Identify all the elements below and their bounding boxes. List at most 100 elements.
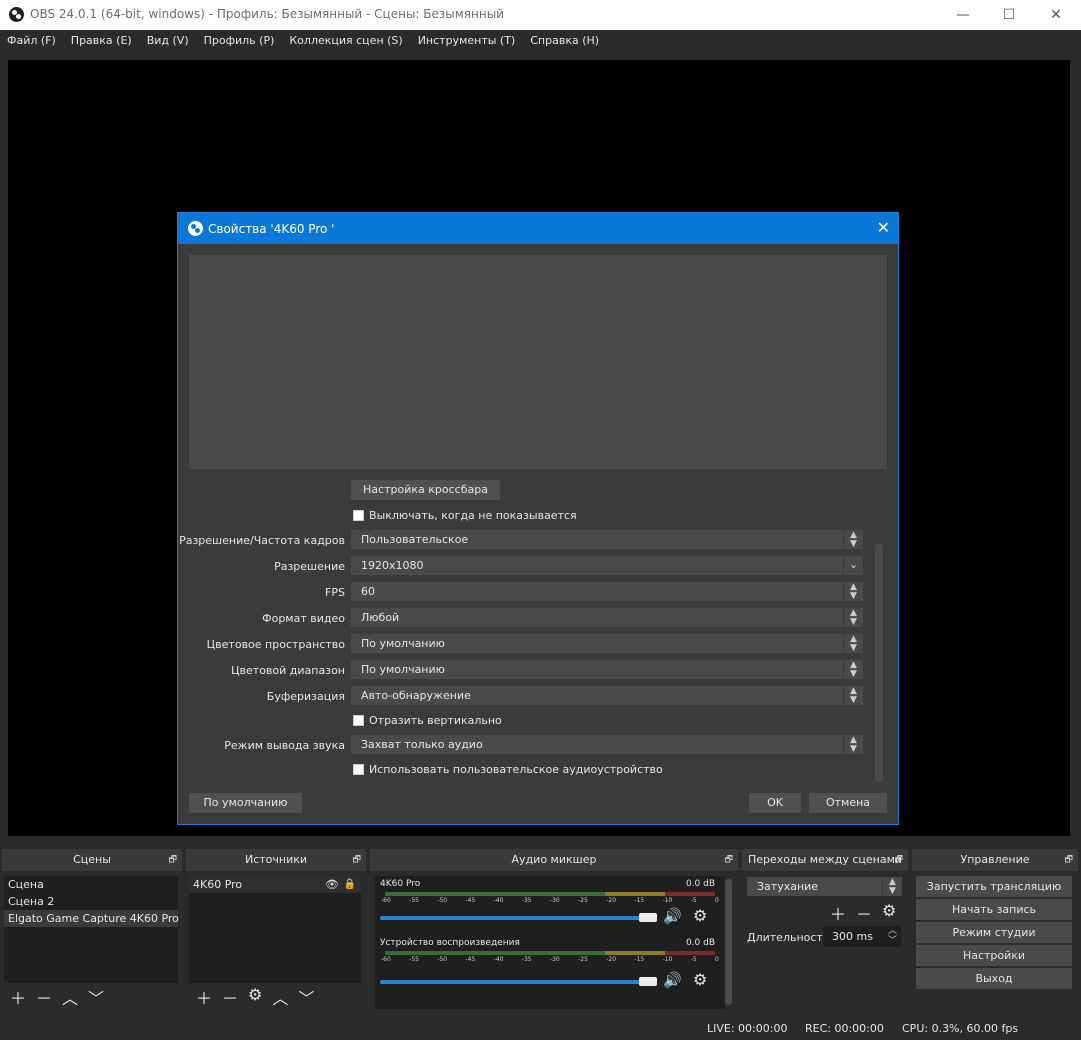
dialog-close-icon[interactable]: ✕ bbox=[877, 218, 890, 237]
undock-icon[interactable]: 🗗 bbox=[1065, 849, 1073, 871]
speaker-icon[interactable]: 🔊 bbox=[663, 971, 682, 989]
lock-icon[interactable]: 🔒 bbox=[344, 876, 356, 893]
scene-item-selected[interactable]: Elgato Game Capture 4K60 Pro bbox=[4, 910, 179, 927]
updown-icon[interactable]: ▲ ▼ bbox=[843, 686, 863, 705]
move-up-icon[interactable]: ︿ bbox=[272, 985, 288, 1009]
flip-vertical-checkbox[interactable]: Отразить вертикально bbox=[353, 714, 502, 727]
color-range-select[interactable]: По умолчанию ▲ ▼ bbox=[351, 660, 863, 679]
mixer-scrollbar[interactable] bbox=[725, 879, 732, 1005]
move-down-icon[interactable]: ﹀ bbox=[298, 985, 314, 1009]
crossbar-button[interactable]: Настройка кроссбара bbox=[351, 480, 500, 500]
undock-icon[interactable]: 🗗 bbox=[895, 849, 903, 871]
ok-button[interactable]: OK bbox=[749, 793, 801, 813]
updown-icon[interactable]: ▲ ▼ bbox=[843, 660, 863, 679]
select-value: Авто-обнаружение bbox=[361, 689, 471, 702]
color-space-select[interactable]: По умолчанию ▲ ▼ bbox=[351, 634, 863, 653]
buffering-select[interactable]: Авто-обнаружение ▲ ▼ bbox=[351, 686, 863, 705]
updown-icon[interactable]: ▲ ▼ bbox=[843, 735, 863, 754]
checkbox-box[interactable] bbox=[353, 715, 364, 726]
dialog-title-bar: Свойства '4K60 Pro ' ✕ bbox=[178, 213, 898, 244]
transition-toolbar: ＋ － ⚙ bbox=[830, 901, 896, 925]
add-icon[interactable]: ＋ bbox=[830, 901, 846, 925]
audio-output-mode-select[interactable]: Захват только аудио ▲ ▼ bbox=[351, 735, 863, 754]
add-icon[interactable]: ＋ bbox=[10, 985, 26, 1009]
menu-profile[interactable]: Профиль (P) bbox=[197, 30, 283, 52]
updown-icon[interactable]: ▲ ▼ bbox=[843, 582, 863, 601]
tick: -50 bbox=[437, 897, 448, 904]
undock-icon[interactable]: 🗗 bbox=[169, 849, 177, 871]
sources-toolbar: ＋ － ⚙ ︿ ﹀ bbox=[196, 985, 314, 1009]
remove-icon[interactable]: － bbox=[36, 985, 52, 1009]
maximize-icon[interactable]: ☐ bbox=[986, 0, 1032, 30]
menu-file[interactable]: Файл (F) bbox=[0, 30, 64, 52]
menu-scene-collection[interactable]: Коллекция сцен (S) bbox=[282, 30, 410, 52]
add-icon[interactable]: ＋ bbox=[196, 985, 212, 1009]
cancel-button[interactable]: Отмена bbox=[809, 793, 887, 813]
dialog-scrollbar[interactable] bbox=[875, 543, 883, 783]
updown-icon[interactable]: ▲ ▼ bbox=[843, 608, 863, 627]
remove-icon[interactable]: － bbox=[222, 985, 238, 1009]
studio-mode-button[interactable]: Режим студии bbox=[916, 922, 1072, 943]
eye-icon[interactable]: 👁 bbox=[325, 876, 339, 893]
volume-slider[interactable] bbox=[380, 916, 650, 920]
video-format-select[interactable]: Любой ▲ ▼ bbox=[351, 608, 863, 627]
updown-icon[interactable]: ▲ ▼ bbox=[882, 877, 902, 896]
scene-item[interactable]: Сцена 2 bbox=[4, 893, 178, 910]
meter-ticks: -60 -55 -50 -45 -40 -35 -30 -25 -20 -15 -10 -5 0 bbox=[381, 897, 719, 904]
rec-status: REC: 00:00:00 bbox=[805, 1022, 884, 1035]
undock-icon[interactable]: 🗗 bbox=[725, 849, 733, 871]
transitions-dock: Переходы между сценами 🗗 Затухание ▲ ▼ ＋ … bbox=[742, 849, 908, 1011]
fps-select[interactable]: 60 ▲ ▼ bbox=[351, 582, 863, 601]
start-recording-button[interactable]: Начать запись bbox=[916, 899, 1072, 920]
select-value: Затухание bbox=[757, 880, 819, 893]
scene-item[interactable]: Сцена bbox=[4, 876, 178, 893]
field-label: Буферизация bbox=[266, 690, 345, 703]
chevron-down-icon[interactable]: ⌄ bbox=[843, 556, 863, 575]
tick: -5 bbox=[690, 956, 697, 963]
gear-icon[interactable]: ⚙ bbox=[693, 970, 707, 989]
menu-view[interactable]: Вид (V) bbox=[140, 30, 197, 52]
defaults-button[interactable]: По умолчанию bbox=[189, 793, 302, 813]
menu-tools[interactable]: Инструменты (T) bbox=[411, 30, 524, 52]
menu-help[interactable]: Справка (H) bbox=[523, 30, 607, 52]
scenes-list: Сцена Сцена 2 Elgato Game Capture 4K60 P… bbox=[4, 876, 179, 983]
move-up-icon[interactable]: ︿ bbox=[62, 985, 78, 1009]
select-value: По умолчанию bbox=[361, 663, 445, 676]
deactivate-checkbox[interactable]: Выключать, когда не показывается bbox=[353, 509, 577, 522]
obs-logo-icon bbox=[9, 7, 24, 22]
updown-icon[interactable]: ▲ ▼ bbox=[843, 634, 863, 653]
gear-icon[interactable]: ⚙ bbox=[882, 901, 896, 925]
scenes-toolbar: ＋ － ︿ ﹀ bbox=[10, 985, 104, 1009]
select-value: Любой bbox=[361, 611, 400, 624]
undock-icon[interactable]: 🗗 bbox=[353, 849, 361, 871]
gear-icon[interactable]: ⚙ bbox=[693, 906, 707, 925]
minimize-icon[interactable]: — bbox=[940, 0, 986, 30]
remove-icon[interactable]: － bbox=[856, 901, 872, 925]
checkbox-box[interactable] bbox=[353, 510, 364, 521]
move-down-icon[interactable]: ﹀ bbox=[88, 985, 104, 1009]
tick: -10 bbox=[662, 956, 673, 963]
volume-slider-handle[interactable] bbox=[639, 977, 657, 986]
dock-title: Управление bbox=[960, 853, 1030, 866]
resolution-select[interactable]: 1920x1080 ⌄ bbox=[351, 556, 863, 575]
updown-icon[interactable]: ▲ ▼ bbox=[843, 530, 863, 549]
start-streaming-button[interactable]: Запустить трансляцию bbox=[916, 876, 1072, 897]
source-item[interactable]: 4K60 Pro 👁 🔒 bbox=[189, 876, 361, 893]
field-label: Режим вывода звука bbox=[224, 739, 345, 752]
menu-edit[interactable]: Правка (E) bbox=[64, 30, 140, 52]
spin-updown-icon[interactable]: ︿ ﹀ bbox=[888, 926, 897, 946]
gear-icon[interactable]: ⚙ bbox=[248, 985, 262, 1009]
select-value: Пользовательское bbox=[361, 533, 469, 546]
checkbox-box[interactable] bbox=[353, 764, 364, 775]
resolution-fps-type-select[interactable]: Пользовательское ▲ ▼ bbox=[351, 530, 863, 549]
close-icon[interactable]: ✕ bbox=[1033, 0, 1079, 30]
volume-slider-handle[interactable] bbox=[639, 913, 657, 922]
volume-slider[interactable] bbox=[380, 980, 650, 984]
settings-button[interactable]: Настройки bbox=[916, 945, 1072, 966]
exit-button[interactable]: Выход bbox=[916, 968, 1072, 989]
speaker-icon[interactable]: 🔊 bbox=[663, 907, 682, 925]
custom-audio-checkbox[interactable]: Использовать пользовательское аудиоустро… bbox=[353, 763, 663, 776]
checkbox-label: Использовать пользовательское аудиоустро… bbox=[369, 763, 663, 776]
transition-select[interactable]: Затухание ▲ ▼ bbox=[747, 877, 902, 896]
checkbox-label: Выключать, когда не показывается bbox=[369, 509, 577, 522]
